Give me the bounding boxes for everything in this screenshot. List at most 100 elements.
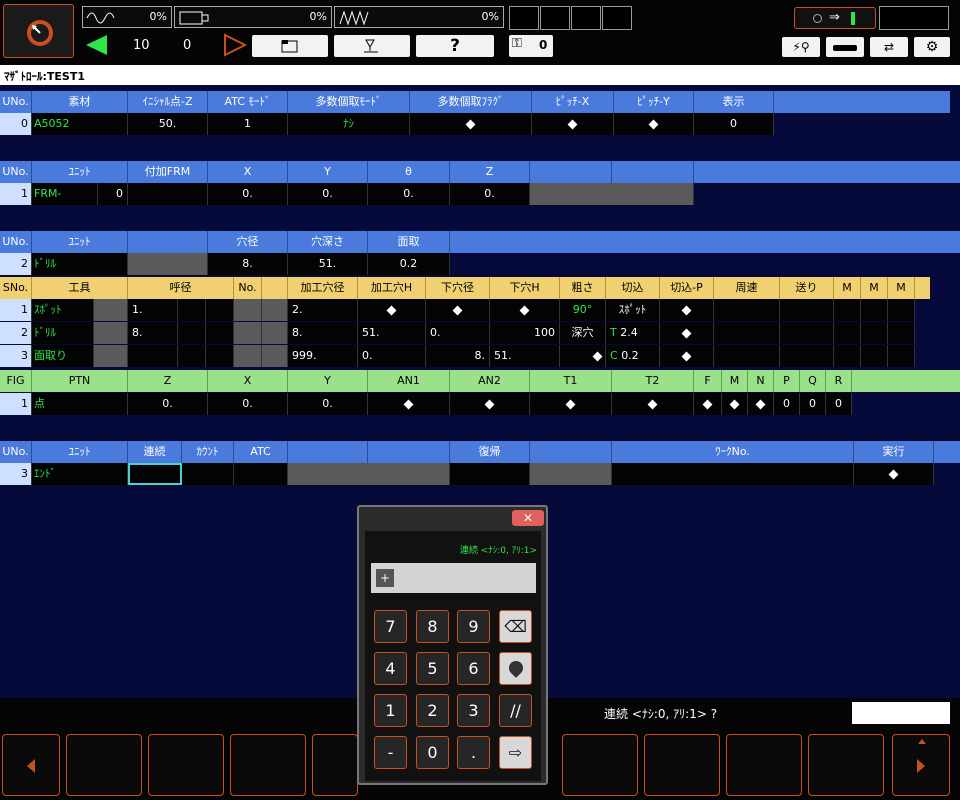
unit-value-cell[interactable]: 0 xyxy=(98,183,128,205)
initial-z-cell[interactable]: 50. xyxy=(128,113,208,135)
nominal-sub-cell[interactable] xyxy=(178,299,206,321)
multi-flag-cell[interactable] xyxy=(410,113,532,135)
left-triangle-icon[interactable] xyxy=(83,33,109,57)
m-cell[interactable] xyxy=(861,345,888,367)
function-key-3[interactable] xyxy=(230,734,306,796)
material-row[interactable]: 0 A5052 50. 1 ﾅｼ 0 xyxy=(0,113,774,135)
feed-cell[interactable] xyxy=(780,299,834,321)
x-cell[interactable]: 0. xyxy=(208,393,288,415)
cut-cell[interactable]: ｽﾎﾟｯﾄ xyxy=(606,299,660,321)
fig-row[interactable]: 1 点 0. 0. 0. 0 0 0 xyxy=(0,393,852,415)
m-cell[interactable] xyxy=(722,393,748,415)
f-cell[interactable] xyxy=(694,393,722,415)
tool-name-cell[interactable]: 面取り xyxy=(32,345,94,367)
enter-button[interactable]: ⇨ xyxy=(499,736,532,769)
cut-p-cell[interactable] xyxy=(660,345,714,367)
multi-mode-cell[interactable]: ﾅｼ xyxy=(288,113,410,135)
rough-cell[interactable] xyxy=(560,345,606,367)
an2-cell[interactable] xyxy=(450,393,530,415)
function-key-1[interactable] xyxy=(66,734,142,796)
m-cell[interactable] xyxy=(861,299,888,321)
atc-mode-cell[interactable]: 1 xyxy=(208,113,288,135)
tool-row[interactable]: 1 ｽﾎﾟｯﾄ 1. 2. 90° ｽﾎﾟｯﾄ xyxy=(0,299,915,321)
cut-cell[interactable]: C 0.2 xyxy=(606,345,660,367)
cut-cell[interactable]: T 2.4 xyxy=(606,322,660,344)
function-key-7[interactable] xyxy=(644,734,720,796)
tool-button[interactable] xyxy=(334,35,410,57)
tool-row[interactable]: 3 面取り 999. 0. 8. 51. C 0.2 xyxy=(0,345,915,367)
function-key-9[interactable] xyxy=(808,734,884,796)
speed-cell[interactable] xyxy=(714,322,780,344)
hole-h-cell[interactable] xyxy=(358,299,426,321)
slash-button[interactable]: // xyxy=(499,694,532,727)
backspace-button[interactable]: ⌫ xyxy=(499,610,532,643)
m-cell[interactable] xyxy=(861,322,888,344)
hole-dia-cell[interactable]: 8. xyxy=(288,322,358,344)
m-cell[interactable] xyxy=(888,322,915,344)
next-menu-button[interactable] xyxy=(892,734,950,796)
nominal-sub-cell[interactable] xyxy=(206,322,234,344)
ptn-cell[interactable]: 点 xyxy=(32,393,128,415)
keypad-close-button[interactable]: ✕ xyxy=(512,510,544,526)
rough-cell[interactable]: 深穴 xyxy=(560,322,606,344)
rough-cell[interactable]: 90° xyxy=(560,299,606,321)
m-cell[interactable] xyxy=(834,345,861,367)
dia-cell[interactable]: 8. xyxy=(208,253,288,275)
pre-dia-cell[interactable]: 8. xyxy=(426,345,490,367)
q-cell[interactable]: 0 xyxy=(800,393,826,415)
key-1[interactable]: 1 xyxy=(374,694,407,727)
pre-h-cell[interactable] xyxy=(490,299,560,321)
hole-dia-cell[interactable]: 2. xyxy=(288,299,358,321)
count-cell[interactable] xyxy=(182,463,234,485)
r-cell[interactable]: 0 xyxy=(826,393,852,415)
function-key-6[interactable] xyxy=(562,734,638,796)
material-cell[interactable]: A5052 xyxy=(32,113,128,135)
key-6[interactable]: 6 xyxy=(457,652,490,685)
t2-cell[interactable] xyxy=(612,393,694,415)
return-cell[interactable] xyxy=(450,463,530,485)
alarm-status-button[interactable]: ⇒ xyxy=(794,7,876,29)
pre-h-cell[interactable]: 100 xyxy=(490,322,560,344)
unit-cell[interactable]: FRM- xyxy=(32,183,98,205)
tool-name-cell[interactable]: ﾄﾞﾘﾙ xyxy=(32,322,94,344)
nominal-sub-cell[interactable] xyxy=(178,345,206,367)
key-2[interactable]: 2 xyxy=(416,694,449,727)
unit2-row[interactable]: 2 ﾄﾞﾘﾙ 8. 51. 0.2 xyxy=(0,253,450,275)
pitch-x-cell[interactable] xyxy=(532,113,614,135)
nominal-cell[interactable]: 8. xyxy=(128,322,178,344)
unit3-row[interactable]: 3 ｴﾝﾄﾞ xyxy=(0,463,934,485)
m-cell[interactable] xyxy=(888,299,915,321)
m-cell[interactable] xyxy=(834,299,861,321)
z-cell[interactable]: 0. xyxy=(128,393,208,415)
feed-cell[interactable] xyxy=(780,345,834,367)
function-key-4[interactable] xyxy=(312,734,358,796)
key-0[interactable]: 0 xyxy=(416,736,449,769)
function-key-2[interactable] xyxy=(148,734,224,796)
key-minus[interactable]: - xyxy=(374,736,407,769)
key-5[interactable]: 5 xyxy=(416,652,449,685)
z-cell[interactable]: 0. xyxy=(450,183,530,205)
home-button[interactable] xyxy=(3,4,74,58)
nominal-sub-cell[interactable] xyxy=(206,299,234,321)
work-no-cell[interactable] xyxy=(612,463,854,485)
tool-name-cell[interactable]: ｽﾎﾟｯﾄ xyxy=(32,299,94,321)
settings-button[interactable]: ⚙ xyxy=(914,37,950,57)
pre-dia-cell[interactable]: 0. xyxy=(426,322,490,344)
nominal-cell[interactable]: 1. xyxy=(128,299,178,321)
an1-cell[interactable] xyxy=(368,393,450,415)
y-cell[interactable]: 0. xyxy=(288,393,368,415)
p-cell[interactable]: 0 xyxy=(774,393,800,415)
key-9[interactable]: 9 xyxy=(457,610,490,643)
maintenance-button[interactable] xyxy=(826,37,864,57)
theta-cell[interactable]: 0. xyxy=(368,183,450,205)
cut-p-cell[interactable] xyxy=(660,299,714,321)
hole-dia-cell[interactable]: 999. xyxy=(288,345,358,367)
m-cell[interactable] xyxy=(888,345,915,367)
execute-cell[interactable] xyxy=(854,463,934,485)
function-key-8[interactable] xyxy=(726,734,802,796)
frm-cell[interactable] xyxy=(128,183,208,205)
key-dot[interactable]: . xyxy=(457,736,490,769)
speed-cell[interactable] xyxy=(714,345,780,367)
tool-row[interactable]: 2 ﾄﾞﾘﾙ 8. 8. 51. 0. 100 深穴 T 2.4 xyxy=(0,322,915,344)
keypad-input[interactable]: + xyxy=(371,563,536,593)
